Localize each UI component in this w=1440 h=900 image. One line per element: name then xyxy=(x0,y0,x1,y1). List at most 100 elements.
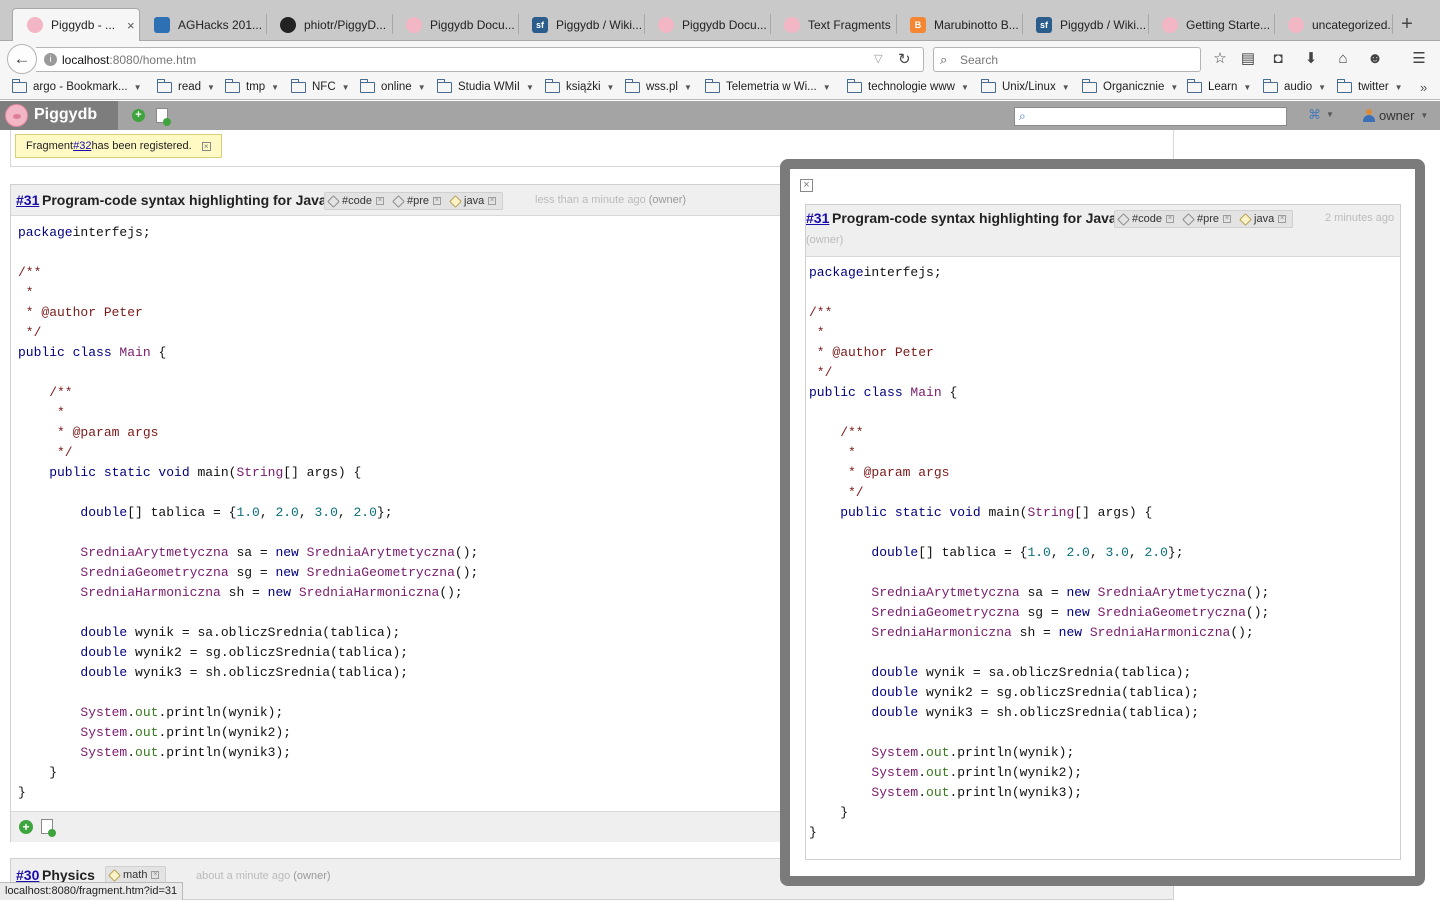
download-icon[interactable]: ⬇ xyxy=(1302,50,1320,68)
code-line: /** xyxy=(18,385,73,400)
code-line: */ xyxy=(809,365,833,380)
remove-tag-icon[interactable]: × xyxy=(1278,215,1287,223)
tag-item[interactable]: #code × xyxy=(1117,212,1174,226)
code-line: /** xyxy=(18,265,42,280)
pig-icon xyxy=(1288,16,1304,33)
chat-icon[interactable]: ☻ xyxy=(1366,50,1384,68)
fragment-search-input[interactable]: ⌕ xyxy=(1014,107,1287,126)
code-line: * @author Peter xyxy=(18,305,143,320)
add-child-fragment-icon[interactable]: + xyxy=(19,820,33,834)
remove-tag-icon[interactable]: × xyxy=(1165,215,1174,223)
bookmark-twitter[interactable]: twitter ▼ xyxy=(1337,78,1403,93)
code-line: System.out.println(wynik2); xyxy=(18,725,292,740)
history-dropdown-icon[interactable]: ▽ xyxy=(874,52,882,65)
bookmark-wss[interactable]: wss.pl ▼ xyxy=(625,78,692,93)
pocket-icon[interactable]: ◘ xyxy=(1269,50,1287,68)
registration-notice: Fragment #32 has been registered. × xyxy=(15,134,222,158)
tag-icon xyxy=(1117,212,1130,226)
new-document-icon[interactable] xyxy=(41,819,56,837)
close-icon[interactable]: × xyxy=(201,141,211,151)
code-line: public class Main { xyxy=(809,385,958,400)
remove-tag-icon[interactable]: × xyxy=(151,871,160,879)
new-document-icon[interactable] xyxy=(156,108,171,126)
user-menu[interactable]: owner ▼ xyxy=(1363,108,1428,123)
fragment-title[interactable]: Program-code syntax highlighting for Jav… xyxy=(42,192,327,208)
code-line: SredniaGeometryczna sg = new SredniaGeom… xyxy=(809,605,1270,620)
chevron-down-icon: ▼ xyxy=(526,82,534,92)
menu-icon[interactable]: ☰ xyxy=(1410,50,1428,68)
folder-icon xyxy=(847,78,862,93)
code-line: */ xyxy=(18,445,73,460)
bookmark-studia[interactable]: Studia WMiI ▼ xyxy=(437,78,534,93)
fragment-id-link[interactable]: #31 xyxy=(806,210,829,226)
reading-list-icon[interactable]: ▤ xyxy=(1239,50,1257,68)
bookmark-organicznie[interactable]: Organicznie ▼ xyxy=(1082,78,1178,93)
tab-piggydb-docs[interactable]: Piggydb Docu... xyxy=(392,8,518,41)
chevron-down-icon[interactable]: ▼ xyxy=(1326,110,1334,119)
user-icon xyxy=(1363,109,1375,122)
info-icon[interactable]: i xyxy=(44,53,57,66)
tab-aghacks[interactable]: AGHacks 201... xyxy=(140,8,266,41)
folder-icon xyxy=(981,78,996,93)
code-line: } xyxy=(18,785,26,800)
url-text[interactable]: localhost:8080/home.htm xyxy=(62,53,196,67)
user-name: owner xyxy=(1379,108,1415,123)
app-logo[interactable]: Piggydb xyxy=(0,101,118,130)
tab-sf-wiki-2[interactable]: sf Piggydb / Wiki... xyxy=(1022,8,1148,41)
tab-sf-wiki[interactable]: sf Piggydb / Wiki... xyxy=(518,8,644,41)
tag-item[interactable]: math × xyxy=(108,868,160,882)
bookmark-unix[interactable]: Unix/Linux ▼ xyxy=(981,78,1070,93)
remove-tag-icon[interactable]: × xyxy=(488,197,497,205)
add-fragment-icon[interactable]: + xyxy=(132,109,145,122)
browser-toolbar: i localhost:8080/home.htm ▽ ↻ ← ⌕ Search… xyxy=(0,41,1440,77)
code-line: System.out.println(wynik3); xyxy=(18,745,292,760)
fragment-title[interactable]: Physics xyxy=(42,867,95,883)
tag-item[interactable]: java × xyxy=(1239,212,1287,226)
close-icon[interactable]: × xyxy=(800,179,813,192)
popup-fragment-card: #31 Program-code syntax highlighting for… xyxy=(805,204,1401,860)
bookmark-telemetria[interactable]: Telemetria w Wi... ▼ xyxy=(705,78,831,93)
bookmark-nfc[interactable]: NFC ▼ xyxy=(291,78,350,93)
remove-tag-icon[interactable]: × xyxy=(375,197,384,205)
bookmark-ksiazki[interactable]: książki ▼ xyxy=(545,78,614,93)
remove-tag-icon[interactable]: × xyxy=(1223,215,1232,223)
tab-github[interactable]: phiotr/PiggyD... xyxy=(266,8,392,41)
bookmark-argo[interactable]: argo - Bookmark... ▼ xyxy=(12,78,142,93)
new-tab-button[interactable]: + xyxy=(1396,13,1418,35)
bookmark-online[interactable]: online ▼ xyxy=(360,78,426,93)
fragment-id-link[interactable]: #30 xyxy=(16,867,39,883)
tab-uncategorized[interactable]: uncategorized... xyxy=(1274,8,1392,41)
folder-icon xyxy=(1187,78,1202,93)
tab-text-fragments[interactable]: Text Fragments xyxy=(770,8,896,41)
app-name: Piggydb xyxy=(34,106,98,123)
tag-icon xyxy=(1182,212,1195,226)
bookmark-audio[interactable]: audio ▼ xyxy=(1263,78,1326,93)
bookmark-learn[interactable]: Learn ▼ xyxy=(1187,78,1252,93)
search-bar[interactable]: ⌕ Search xyxy=(933,47,1201,72)
tab-getting-started[interactable]: Getting Starte... xyxy=(1148,8,1274,41)
tag-item[interactable]: #pre × xyxy=(1182,212,1232,226)
close-icon[interactable]: × xyxy=(127,18,135,33)
tag-filter-icon[interactable]: ⌘ xyxy=(1308,107,1321,123)
reload-icon[interactable]: ↻ xyxy=(898,50,911,68)
chevron-down-icon: ▼ xyxy=(1243,82,1252,92)
fragment-id-link[interactable]: #31 xyxy=(16,192,39,208)
tab-piggydb-docs-2[interactable]: Piggydb Docu... xyxy=(644,8,770,41)
chevron-right-icon[interactable]: » xyxy=(1420,80,1427,95)
tag-item[interactable]: java × xyxy=(449,194,497,208)
bookmark-technologie[interactable]: technologie www ▼ xyxy=(847,78,969,93)
tag-item[interactable]: #pre × xyxy=(392,194,442,208)
fragment-title[interactable]: Program-code syntax highlighting for Jav… xyxy=(832,210,1117,226)
back-button[interactable]: ← xyxy=(7,44,37,74)
remove-tag-icon[interactable]: × xyxy=(433,197,442,205)
star-icon[interactable]: ☆ xyxy=(1211,50,1229,68)
home-icon[interactable]: ⌂ xyxy=(1334,50,1352,68)
tab-marubinotto[interactable]: B Marubinotto B... xyxy=(896,8,1022,41)
bookmark-read[interactable]: read ▼ xyxy=(157,78,215,93)
bookmark-tmp[interactable]: tmp ▼ xyxy=(225,78,279,93)
tag-item[interactable]: #code × xyxy=(327,194,384,208)
notice-fragment-link[interactable]: #32 xyxy=(73,140,91,152)
url-bar[interactable]: i localhost:8080/home.htm ▽ ↻ xyxy=(36,47,924,72)
tab-piggydb[interactable]: Piggydb - ... × xyxy=(12,8,140,41)
